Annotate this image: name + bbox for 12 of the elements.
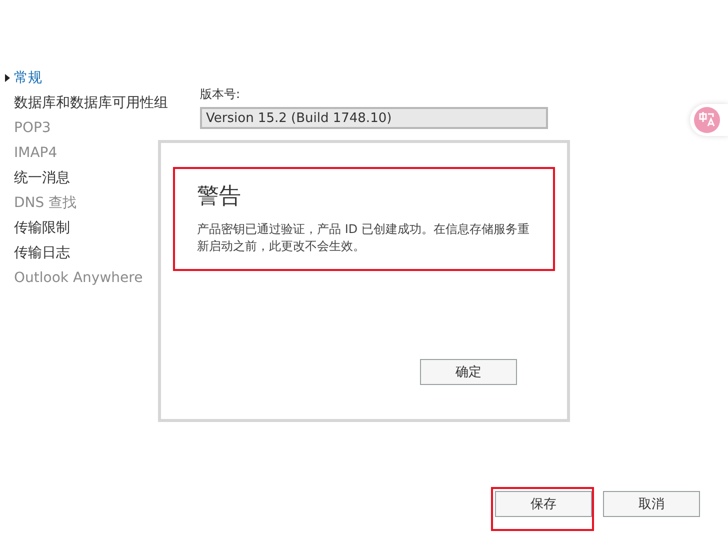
- translate-button[interactable]: [690, 104, 728, 136]
- dialog-title: 警告: [197, 183, 242, 211]
- field-label: 版本号:: [200, 86, 242, 103]
- sidebar-item[interactable]: 数据库和数据库可用性组: [4, 93, 184, 113]
- version-field[interactable]: Version 15.2 (Build 1748.10): [200, 107, 548, 129]
- footer-button[interactable]: 保存: [495, 491, 592, 517]
- ok-button[interactable]: 确定: [420, 359, 517, 385]
- footer-button[interactable]: 取消: [603, 491, 700, 517]
- dialog-message: 产品密钥已通过验证，产品 ID 已创建成功。在信息存储服务重新启动之前，此更改不会生效。: [197, 221, 530, 255]
- sidebar-item[interactable]: 常规: [4, 68, 184, 88]
- translate-icon: [694, 107, 720, 133]
- caret-icon: [5, 74, 10, 82]
